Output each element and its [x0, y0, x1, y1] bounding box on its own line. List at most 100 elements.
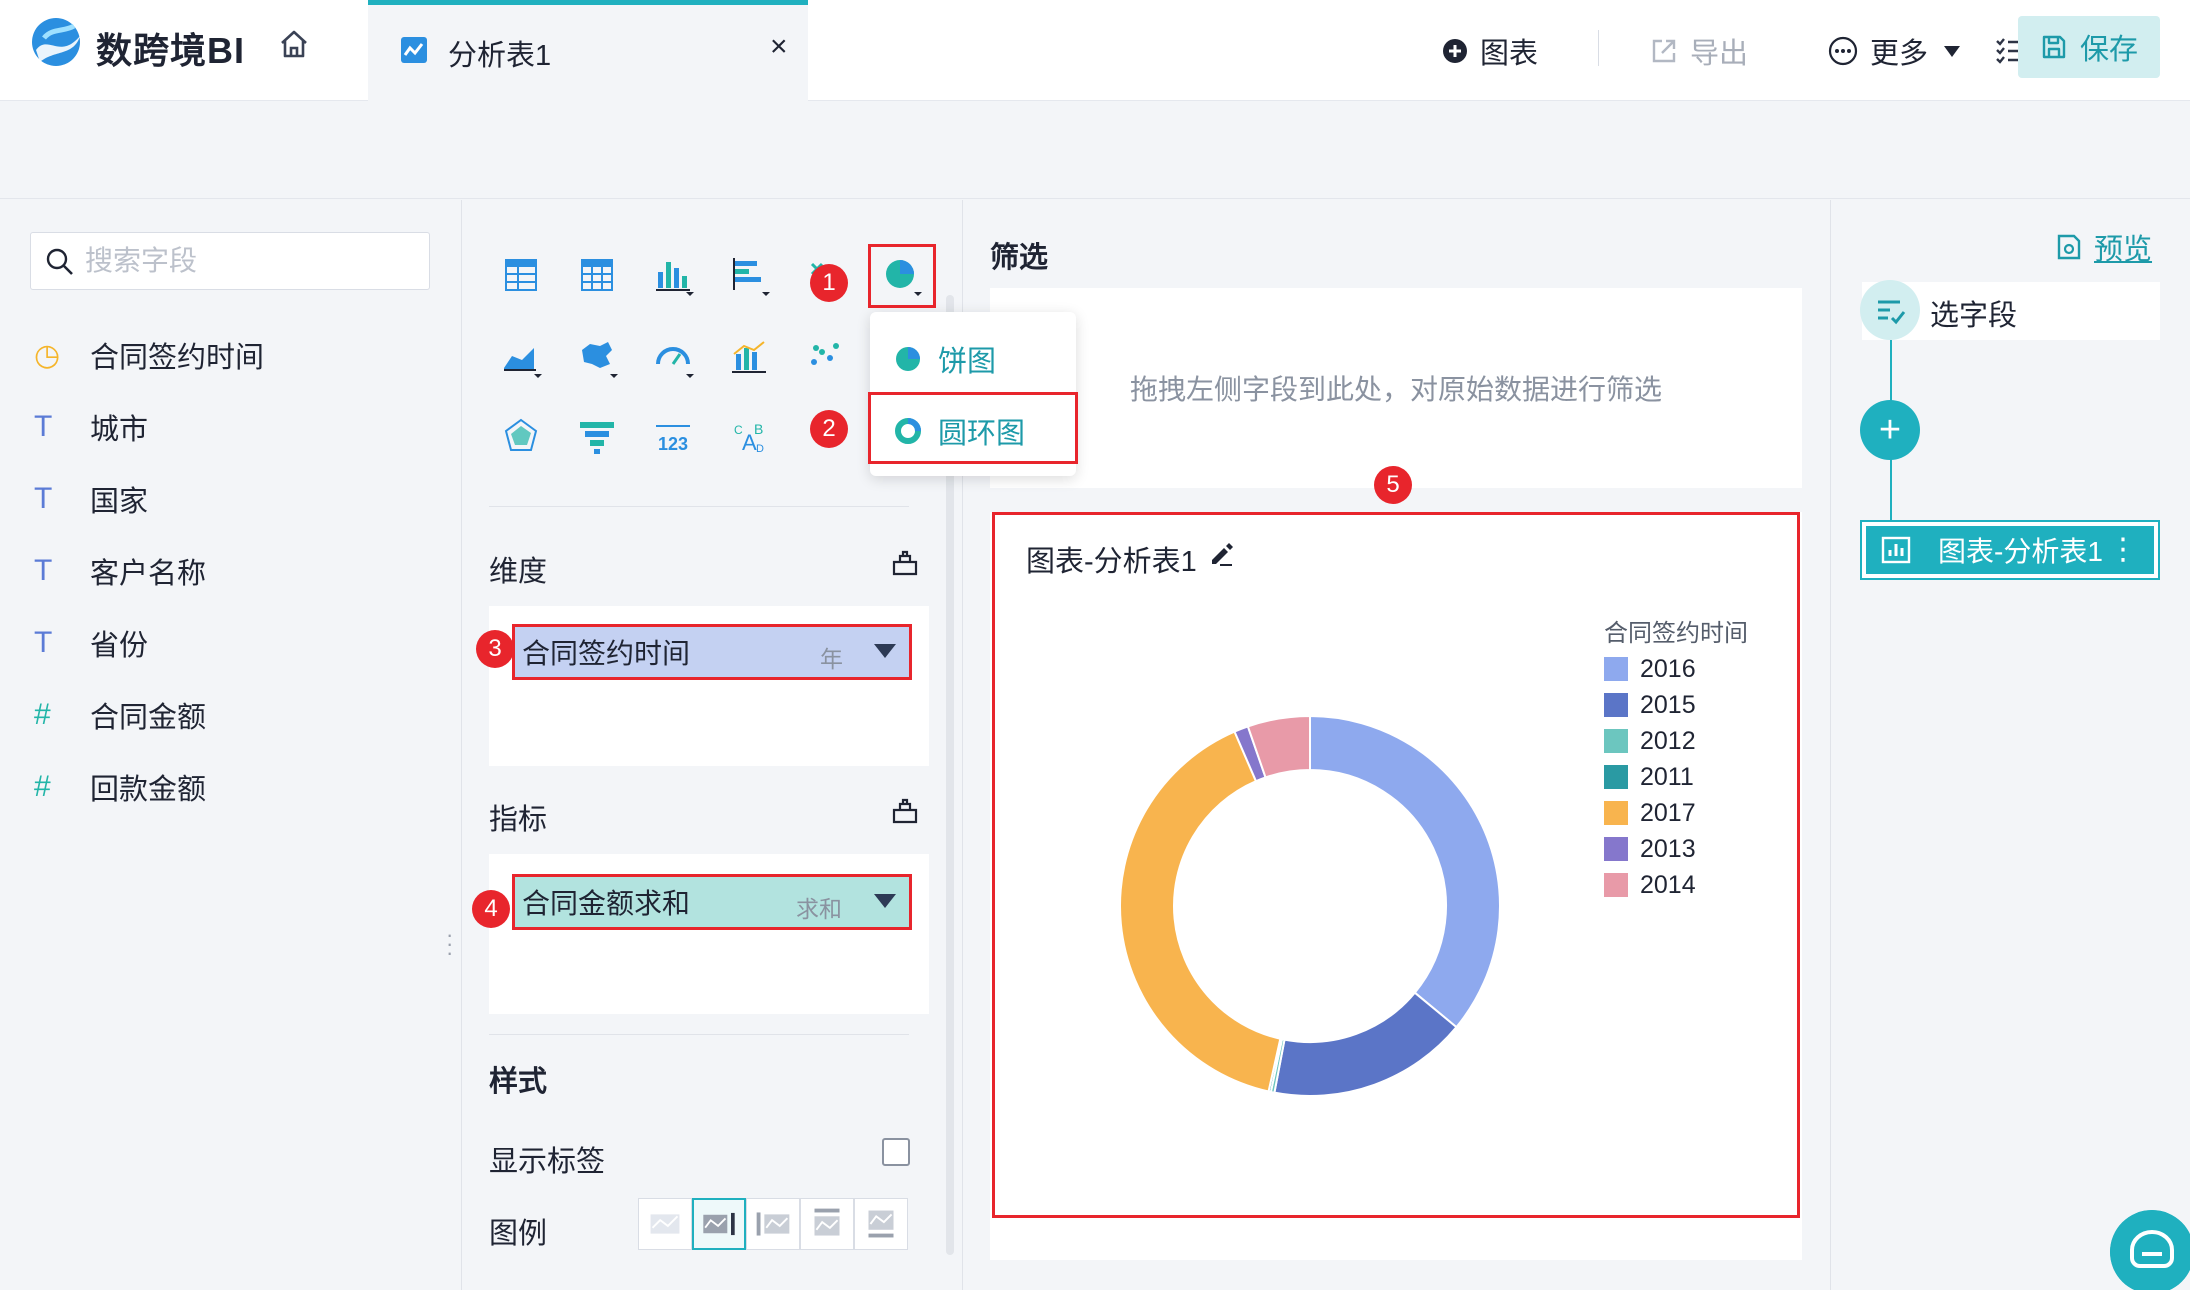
field-item-country[interactable]: T 国家	[34, 474, 434, 524]
preview-label: 预览	[2094, 234, 2153, 266]
highlight-chart-area	[992, 512, 1800, 1218]
measure-section-title: 指标	[489, 804, 548, 836]
home-icon[interactable]	[276, 26, 312, 62]
map-chart-icon[interactable]	[572, 332, 622, 382]
number-field-icon: #	[34, 698, 51, 731]
flow-panel	[1830, 200, 2190, 1290]
legend-bottom-option[interactable]	[854, 1198, 908, 1250]
search-icon	[46, 248, 73, 275]
preview-link[interactable]: 预览	[2054, 226, 2152, 268]
tab-close-icon[interactable]: ×	[770, 30, 788, 64]
funnel-chart-icon[interactable]	[572, 412, 622, 462]
clear-measure-icon[interactable]	[890, 798, 920, 826]
step-badge-3: 3	[476, 630, 514, 668]
combo-chart-icon[interactable]	[724, 332, 774, 382]
step-badge-4: 4	[472, 890, 510, 928]
highlight-chart-type	[868, 244, 936, 308]
area-chart-icon[interactable]	[496, 332, 546, 382]
toolbar	[0, 101, 2190, 199]
select-fields-label: 选字段	[1930, 300, 2018, 332]
number-field-icon: #	[34, 770, 51, 803]
analysis-sheet-icon	[401, 37, 427, 63]
legend-right-option[interactable]	[692, 1198, 746, 1250]
field-item-city[interactable]: T 城市	[34, 402, 434, 452]
field-label: 省份	[90, 630, 149, 662]
highlight-donut-option	[868, 392, 1078, 464]
column-chart-icon[interactable]	[648, 250, 698, 300]
add-step-button[interactable]: +	[1860, 400, 1920, 460]
save-label: 保存	[2079, 34, 2138, 66]
menu-item-pie[interactable]: 饼图	[870, 324, 1076, 394]
chart-node-icon	[1881, 536, 1911, 564]
divider	[489, 506, 909, 507]
tab-analysis-1[interactable]	[368, 0, 808, 101]
help-chat-icon[interactable]	[2110, 1210, 2190, 1290]
highlight-dimension	[512, 624, 912, 680]
chart-node-body[interactable]: 图表-分析表1 ⋮	[1866, 526, 2154, 574]
clear-dimension-icon[interactable]	[890, 550, 920, 578]
text-field-icon: T	[34, 626, 53, 659]
step-badge-5: 5	[1374, 466, 1412, 504]
save-icon	[2042, 35, 2066, 59]
logo-icon	[32, 18, 80, 66]
field-item-payment-amount[interactable]: # 回款金额	[34, 762, 434, 812]
more-button[interactable]: 更多	[1828, 30, 1961, 72]
field-label: 合同金额	[90, 702, 207, 734]
radar-chart-icon[interactable]	[496, 412, 546, 462]
field-label: 城市	[90, 414, 149, 446]
bar-chart-icon[interactable]	[724, 250, 774, 300]
divider	[489, 1034, 909, 1035]
legend-left-option[interactable]	[746, 1198, 800, 1250]
field-item-customer[interactable]: T 客户名称	[34, 546, 434, 596]
text-field-icon: T	[34, 554, 53, 587]
show-label-text: 显示标签	[489, 1146, 606, 1178]
gauge-chart-icon[interactable]	[648, 332, 698, 382]
filter-title: 筛选	[990, 242, 1049, 274]
legend-top-option[interactable]	[800, 1198, 854, 1250]
text-field-icon: T	[34, 410, 53, 443]
step-badge-2: 2	[810, 410, 848, 448]
search-box[interactable]	[30, 232, 430, 290]
save-button[interactable]: 保存	[2018, 16, 2160, 78]
field-item-province[interactable]: T 省份	[34, 618, 434, 668]
export-button[interactable]: 导出	[1650, 30, 1748, 72]
filter-hint: 拖拽左侧字段到此处，对原始数据进行筛选	[1129, 374, 1662, 405]
search-input[interactable]	[85, 241, 415, 281]
field-item-contract-date[interactable]: ◷ 合同签约时间	[34, 330, 434, 380]
cross-table-icon[interactable]	[572, 250, 622, 300]
text-field-icon: T	[34, 482, 53, 515]
style-section-title: 样式	[489, 1066, 548, 1098]
preview-icon	[2057, 234, 2081, 260]
detail-table-icon[interactable]	[496, 250, 546, 300]
filter-drop-zone[interactable]: 拖拽左侧字段到此处，对原始数据进行筛选	[990, 288, 1802, 488]
legend-setting-label: 图例	[489, 1218, 548, 1250]
add-chart-label: 图表	[1480, 38, 1539, 70]
svg-text:B: B	[754, 421, 763, 437]
dimension-section-title: 维度	[489, 556, 548, 588]
step-badge-1: 1	[810, 264, 848, 302]
more-icon	[1828, 36, 1858, 66]
field-item-contract-amount[interactable]: # 合同金额	[34, 690, 434, 740]
svg-text:123: 123	[658, 434, 688, 454]
toolbar-divider	[1598, 30, 1599, 66]
chart-node-label: 图表-分析表1	[1938, 536, 2103, 567]
word-cloud-icon[interactable]: C A B D	[724, 412, 774, 462]
export-icon	[1652, 39, 1676, 63]
field-label: 客户名称	[90, 558, 207, 590]
export-label: 导出	[1690, 38, 1749, 70]
kebab-menu-icon[interactable]: ⋮	[2108, 535, 2138, 565]
field-label: 国家	[90, 486, 149, 518]
app-title: 数跨境BI	[96, 30, 246, 71]
time-field-icon: ◷	[34, 338, 61, 372]
plus-circle-icon	[1443, 39, 1467, 63]
field-label: 回款金额	[90, 774, 207, 806]
panel-splitter-handle[interactable]: · · ·	[446, 924, 453, 964]
legend-none-option[interactable]	[638, 1198, 692, 1250]
add-chart-button[interactable]: 图表	[1442, 30, 1538, 72]
menu-item-label: 饼图	[938, 346, 997, 378]
highlight-measure	[512, 874, 912, 930]
scatter-chart-icon[interactable]	[800, 332, 850, 382]
show-label-checkbox[interactable]	[882, 1138, 910, 1166]
field-label: 合同签约时间	[90, 342, 265, 374]
kpi-card-icon[interactable]: 123	[648, 412, 698, 462]
